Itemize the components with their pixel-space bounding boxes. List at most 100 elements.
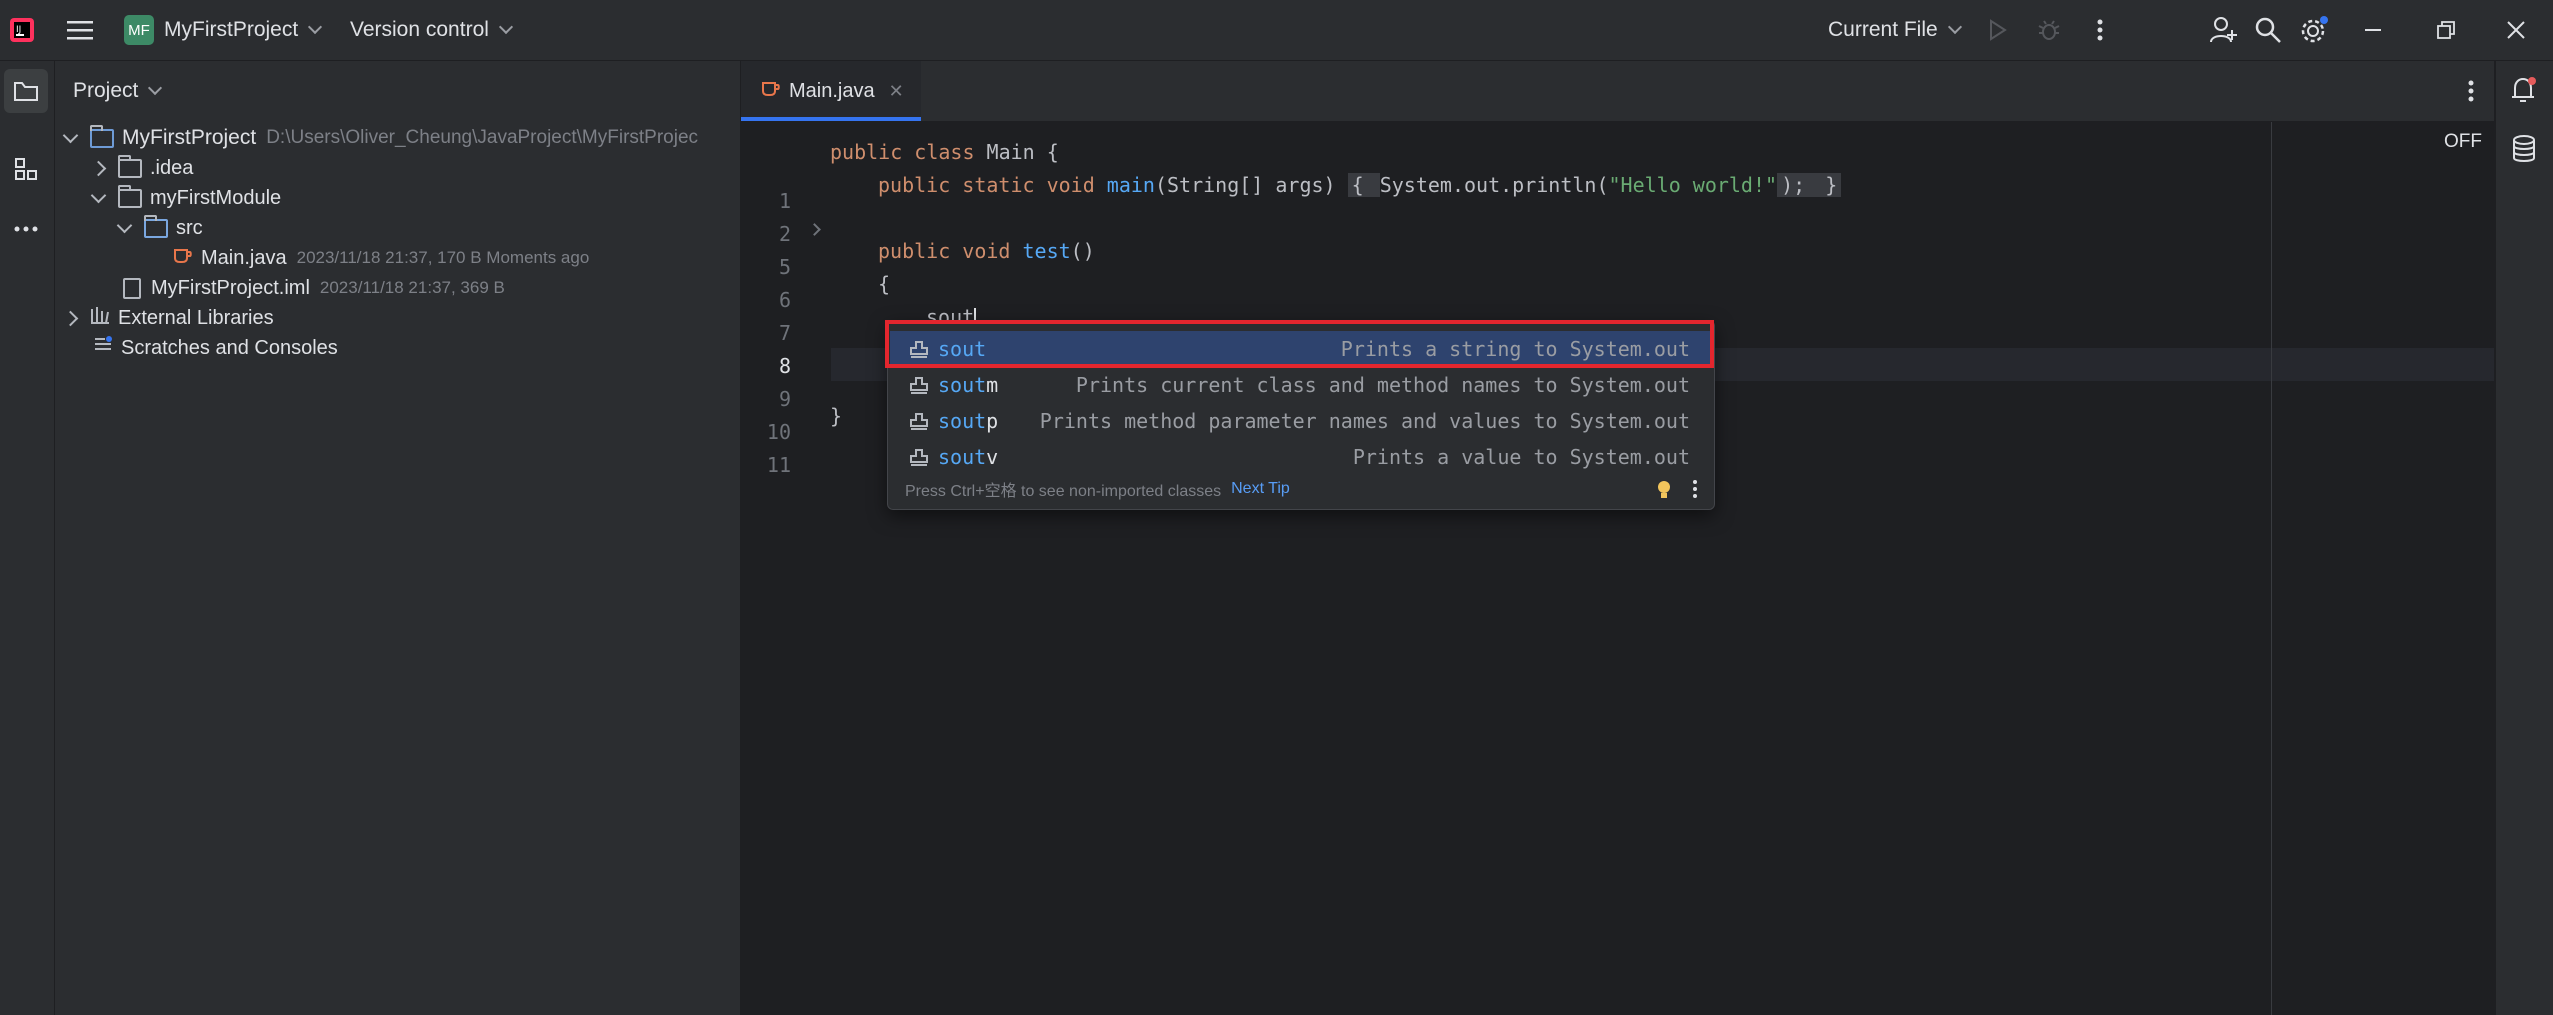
code-line-7[interactable]: {	[878, 272, 890, 296]
editor-tab-bar: Main.java ✕	[741, 61, 2494, 122]
main-menu-icon[interactable]	[62, 12, 98, 48]
completion-item[interactable]: soutp Prints method parameter names and …	[890, 403, 1712, 439]
tree-node-idea[interactable]: .idea	[90, 153, 194, 183]
search-icon[interactable]	[2250, 12, 2286, 48]
tree-node-src[interactable]: src	[116, 213, 203, 243]
completion-description: Prints current class and method names to…	[1075, 373, 1690, 397]
project-tool-folder-icon[interactable]	[4, 69, 48, 113]
tree-node-module[interactable]: myFirstModule	[90, 183, 282, 213]
title-bar: IJ MF MyFirstProject Version control Cur…	[0, 0, 2553, 61]
code-token: "Hello world!"	[1608, 173, 1778, 197]
iml-file-icon	[123, 277, 141, 299]
expand-arrow-icon	[62, 127, 79, 144]
code-line-6[interactable]: public void test()	[878, 239, 1095, 263]
notifications-bell-icon[interactable]	[2509, 75, 2539, 111]
completion-name: soutp	[938, 409, 998, 433]
completion-item[interactable]: soutm Prints current class and method na…	[890, 367, 1712, 403]
completion-name: soutv	[938, 445, 998, 469]
active-tab-indicator	[741, 117, 921, 121]
more-tool-windows-icon[interactable]	[4, 207, 48, 251]
folded-region[interactable]: }	[1809, 173, 1842, 197]
line-number: 5	[778, 255, 791, 279]
close-window-icon[interactable]	[2498, 12, 2534, 48]
completion-description: Prints method parameter names and values…	[1039, 409, 1690, 433]
tree-label: myFirstModule	[150, 186, 282, 209]
annotation-highlight-box	[885, 320, 1714, 368]
line-number: 11	[766, 453, 791, 477]
completion-match: sout	[938, 409, 987, 433]
tree-node-iml[interactable]: MyFirstProject.iml 2023/11/18 21:37, 369…	[119, 273, 505, 303]
project-switcher[interactable]: MF MyFirstProject	[124, 0, 323, 60]
live-template-icon	[908, 374, 930, 396]
add-user-icon[interactable]	[2206, 12, 2242, 48]
completion-options-icon[interactable]	[1692, 479, 1698, 504]
more-actions-icon[interactable]	[2082, 12, 2118, 48]
line-number: 8	[778, 354, 791, 378]
lightbulb-icon[interactable]	[1656, 479, 1672, 506]
fold-arrow-icon[interactable]	[808, 223, 821, 236]
code-token: System.out.println(	[1379, 173, 1609, 197]
tree-label: MyFirstProject.iml	[151, 276, 310, 299]
tab-options-icon[interactable]	[2468, 79, 2474, 109]
line-number: 7	[778, 321, 791, 345]
svg-text:IJ: IJ	[16, 25, 21, 35]
run-icon[interactable]	[1980, 12, 2016, 48]
line-number: 9	[778, 387, 791, 411]
code-token: test	[1022, 239, 1071, 263]
completion-item[interactable]: soutv Prints a value to System.out	[890, 439, 1712, 475]
settings-gear-icon[interactable]	[2296, 12, 2332, 48]
restore-window-icon[interactable]	[2428, 12, 2464, 48]
folded-region[interactable]: {	[1347, 173, 1380, 197]
live-template-icon	[908, 446, 930, 468]
chevron-down-icon	[498, 19, 513, 35]
tree-node-external-libraries[interactable]: External Libraries	[62, 303, 274, 333]
code-token: (String[] args)	[1154, 173, 1348, 197]
next-tip-link[interactable]: Next Tip	[1231, 480, 1290, 498]
project-tool-window: Project MyFirstProject D:\Users\Oliver_C…	[55, 61, 741, 1015]
vcs-menu[interactable]: Version control	[350, 0, 513, 60]
chevron-down-icon	[1947, 19, 1962, 35]
structure-icon[interactable]	[4, 147, 48, 191]
tab-main-java[interactable]: Main.java ✕	[741, 61, 921, 121]
live-template-icon	[908, 410, 930, 432]
line-number: 10	[766, 420, 791, 444]
run-config-label: Current File	[1828, 18, 1938, 41]
scratches-icon	[93, 335, 115, 361]
tree-label: External Libraries	[118, 306, 274, 329]
code-token: public void	[878, 239, 1023, 263]
minimize-icon[interactable]	[2357, 12, 2393, 48]
code-token: main	[1106, 173, 1155, 197]
completion-footer: Press Ctrl+空格 to see non-imported classe…	[888, 471, 1714, 507]
completion-rest: p	[986, 409, 999, 433]
code-token: ()	[1070, 239, 1095, 263]
completion-hint: Press Ctrl+空格 to see non-imported classe…	[905, 483, 1222, 500]
folded-region[interactable]: );	[1777, 173, 1810, 197]
database-icon[interactable]	[2511, 135, 2537, 169]
tree-node-main-java[interactable]: Main.java 2023/11/18 21:37, 170 B Moment…	[173, 243, 589, 273]
collapse-arrow-icon	[62, 310, 79, 326]
completion-rest: v	[986, 445, 999, 469]
java-class-icon	[173, 246, 193, 270]
tree-meta: 2023/11/18 21:37, 170 B Moments ago	[296, 248, 590, 267]
code-line-11[interactable]: }	[830, 404, 842, 428]
tree-node-root[interactable]: MyFirstProject D:\Users\Oliver_Cheung\Ja…	[62, 123, 699, 153]
tree-node-scratches[interactable]: Scratches and Consoles	[93, 333, 338, 363]
project-panel-header[interactable]: Project	[73, 61, 163, 121]
intellij-logo-icon[interactable]: IJ	[4, 12, 40, 48]
code-line-2[interactable]: public static void main(String[] args) {…	[878, 173, 1842, 197]
line-number: 6	[778, 288, 791, 312]
debug-icon[interactable]	[2031, 12, 2067, 48]
tree-label: .idea	[150, 156, 194, 179]
right-tool-stripe	[2495, 61, 2553, 1015]
inspection-status[interactable]: OFF	[2444, 131, 2482, 153]
vcs-label: Version control	[350, 18, 489, 41]
project-badge: MF	[124, 15, 154, 45]
left-tool-stripe	[0, 61, 55, 1015]
tree-label: src	[176, 216, 203, 239]
code-line-1[interactable]: public class Main {	[830, 140, 1059, 164]
completion-match: sout	[938, 445, 987, 469]
tree-path: D:\Users\Oliver_Cheung\JavaProject\MyFir…	[266, 127, 699, 148]
close-tab-icon[interactable]: ✕	[889, 81, 904, 102]
run-config-selector[interactable]: Current File	[1828, 0, 1962, 60]
editor-area: Main.java ✕ 1 2 5 6 7 8 9 10 11 public c…	[741, 61, 2494, 1015]
